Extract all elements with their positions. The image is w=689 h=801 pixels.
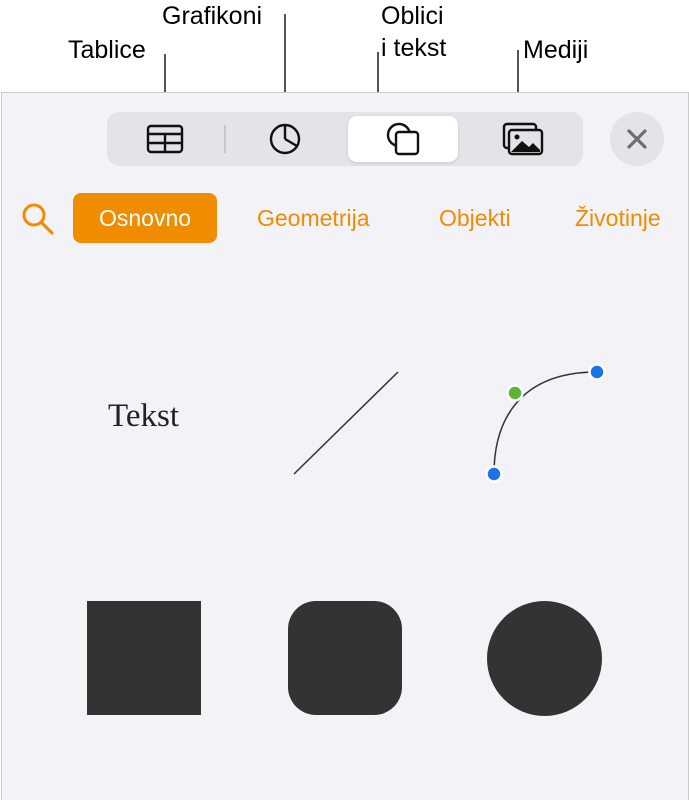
segment-divider — [224, 125, 226, 153]
tab-shapes-and-text[interactable] — [348, 116, 458, 162]
category-basic[interactable]: Osnovno — [73, 193, 218, 243]
rounded-square-shape[interactable] — [288, 601, 402, 715]
callout-charts: Grafikoni — [162, 2, 263, 30]
media-icon — [502, 122, 544, 156]
close-button[interactable] — [610, 112, 664, 166]
square-shape[interactable] — [87, 601, 201, 715]
category-geometry[interactable]: Geometrija — [257, 193, 369, 243]
callout-media: Mediji — [523, 36, 589, 64]
line-shape[interactable] — [290, 368, 402, 478]
curve-shape[interactable] — [480, 360, 610, 488]
tab-tables[interactable] — [113, 116, 217, 162]
shapes-icon — [383, 119, 423, 159]
callout-shapes-line1: Oblici — [381, 2, 444, 30]
callout-shapes-line2: i tekst — [381, 34, 447, 62]
insert-type-segmented-control — [107, 112, 583, 166]
search-icon[interactable] — [21, 202, 55, 236]
text-box-shape[interactable]: Tekst — [108, 398, 179, 435]
tab-media[interactable] — [471, 116, 575, 162]
callout-tables: Tablice — [68, 36, 146, 64]
close-icon — [626, 128, 648, 150]
chart-icon — [268, 122, 302, 156]
category-objects[interactable]: Objekti — [439, 193, 511, 243]
category-animals[interactable]: Životinje — [575, 193, 661, 243]
tab-charts[interactable] — [233, 116, 337, 162]
table-icon — [146, 124, 184, 154]
circle-shape[interactable] — [487, 601, 602, 716]
